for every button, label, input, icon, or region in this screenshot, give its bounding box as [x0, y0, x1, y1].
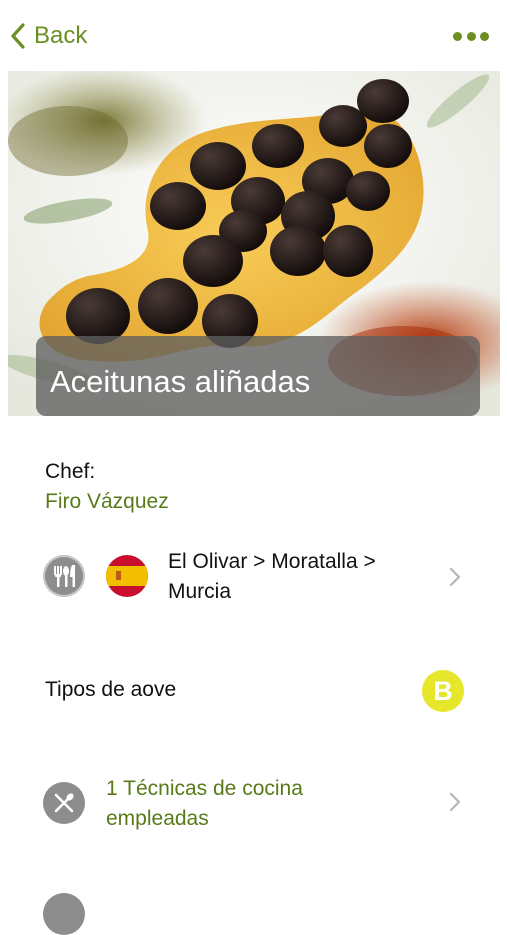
- chevron-right-icon: [449, 792, 461, 812]
- back-label: Back: [34, 22, 88, 49]
- recipe-hero-image: Aceitunas aliñadas: [8, 71, 500, 416]
- spain-flag-icon: [106, 555, 148, 597]
- more-dots-icon[interactable]: [453, 26, 489, 46]
- dot: [480, 31, 489, 41]
- recipe-title: Aceitunas aliñadas: [50, 364, 311, 399]
- chevron-right-icon: [449, 567, 461, 587]
- chef-name[interactable]: Firo Vázquez: [45, 490, 169, 514]
- location-row[interactable]: El Olivar > Moratalla > Murcia: [0, 545, 507, 610]
- location-text: El Olivar > Moratalla > Murcia: [168, 550, 376, 603]
- techniques-text: 1 Técnicas de cocina empleadas: [106, 777, 303, 830]
- utensils-icon: [43, 782, 85, 824]
- chevron-left-icon: [11, 23, 25, 49]
- chef-label: Chef:: [45, 460, 96, 483]
- cutlery-icon: [43, 555, 85, 597]
- next-row-icon: [43, 893, 85, 935]
- dot: [466, 31, 476, 41]
- techniques-row[interactable]: 1 Técnicas de cocina empleadas: [0, 772, 507, 837]
- aove-type-badge[interactable]: B: [422, 670, 464, 712]
- recipe-title-overlay: Aceitunas aliñadas: [36, 336, 480, 416]
- dot: [453, 31, 462, 41]
- back-button[interactable]: Back: [10, 20, 87, 52]
- navigation-bar: Back: [0, 0, 507, 70]
- aove-types-label: Tipos de aove: [45, 678, 177, 701]
